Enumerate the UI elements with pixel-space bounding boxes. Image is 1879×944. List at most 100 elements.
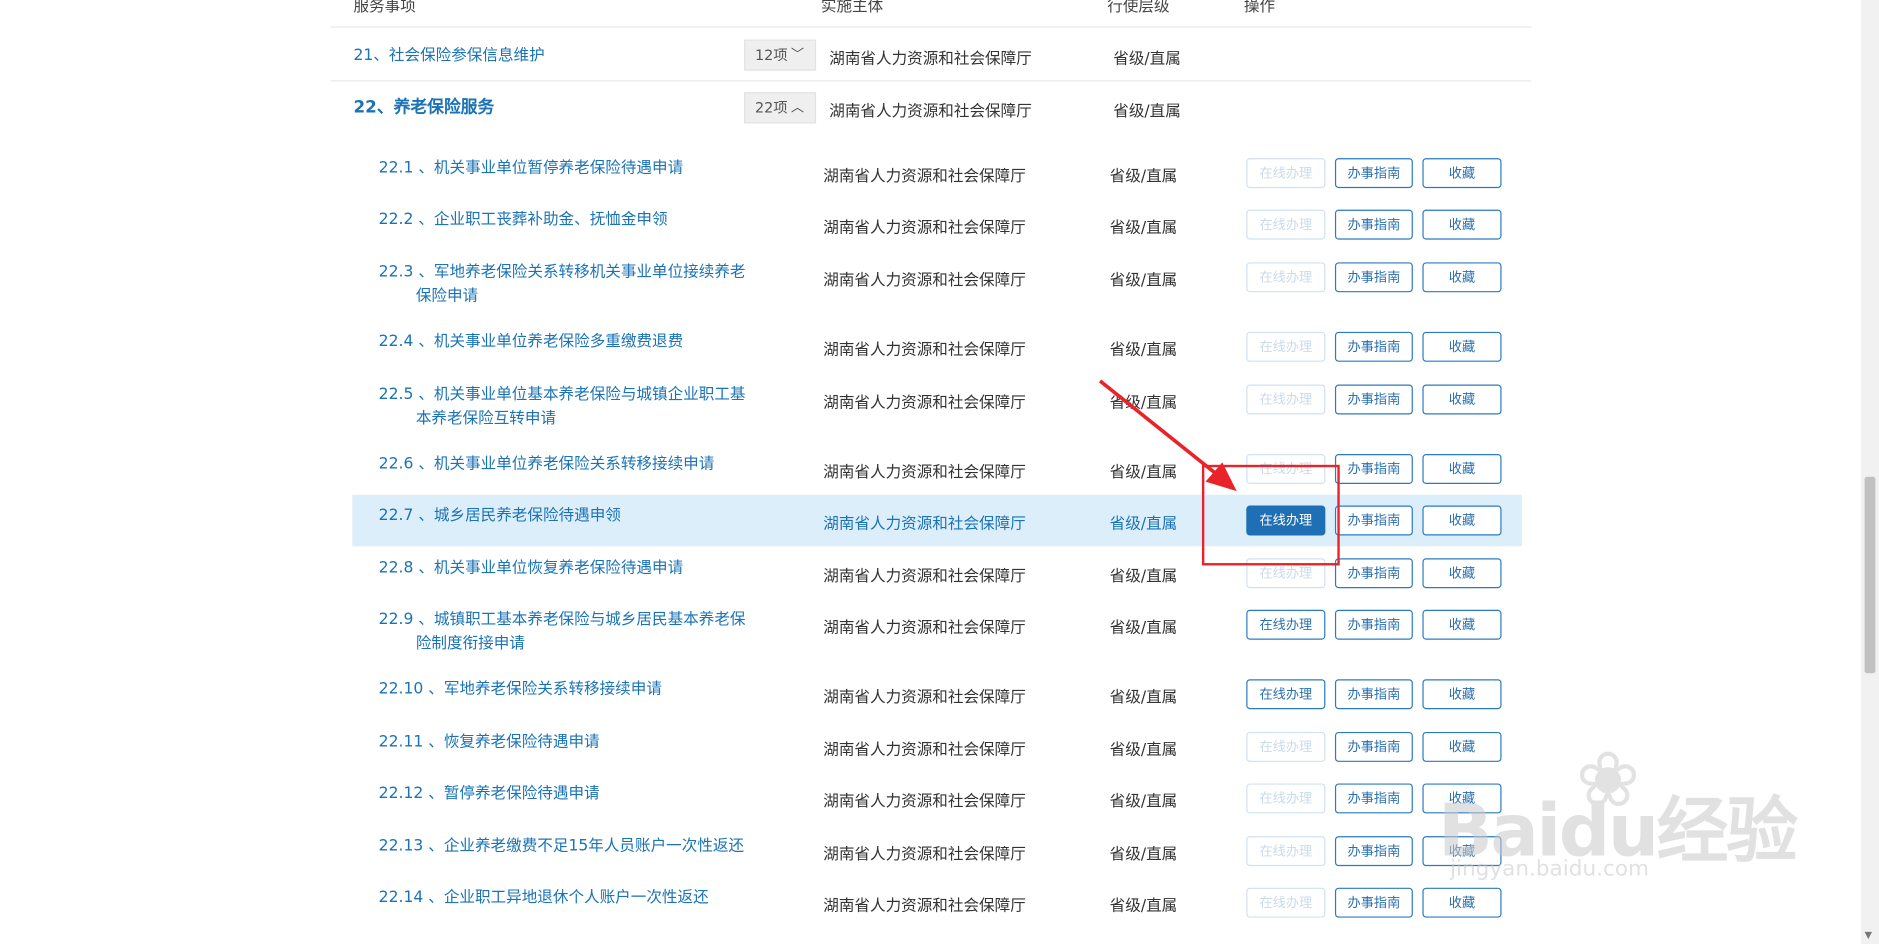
category-count-toggle-22[interactable]: 22项 ︿ bbox=[744, 92, 817, 124]
favorite-button[interactable]: 收藏 bbox=[1422, 609, 1502, 640]
service-guide-button[interactable]: 办事指南 bbox=[1334, 505, 1413, 536]
favorite-button[interactable]: 收藏 bbox=[1422, 209, 1502, 240]
service-item-name: 、企业养老缴费不足15年人员账户一次性返还 bbox=[428, 837, 745, 856]
service-item-title[interactable]: 22.2 、企业职工丧葬补助金、抚恤金申领 bbox=[379, 208, 668, 232]
service-item-title[interactable]: 22.6 、机关事业单位养老保险关系转移接续申请 bbox=[379, 453, 715, 477]
service-item-title[interactable]: 22.12 、暂停养老保险待遇申请 bbox=[379, 782, 600, 806]
service-guide-button[interactable]: 办事指南 bbox=[1334, 609, 1413, 640]
service-item-name-continued[interactable]: 保险申请 bbox=[416, 285, 478, 309]
service-item-number: 22.11 bbox=[378, 733, 424, 752]
favorite-button[interactable]: 收藏 bbox=[1422, 262, 1502, 293]
category-count-label: 12项 bbox=[754, 46, 788, 64]
favorite-button[interactable]: 收藏 bbox=[1422, 158, 1502, 189]
service-item-org: 湖南省人力资源和社会保障厅 bbox=[823, 688, 1026, 707]
service-guide-button[interactable]: 办事指南 bbox=[1334, 384, 1413, 415]
service-item-title[interactable]: 22.3 、军地养老保险关系转移机关事业单位接续养老 bbox=[379, 261, 746, 285]
service-guide-button[interactable]: 办事指南 bbox=[1334, 679, 1413, 710]
service-guide-button[interactable]: 办事指南 bbox=[1334, 454, 1413, 484]
favorite-button[interactable]: 收藏 bbox=[1422, 384, 1502, 415]
online-apply-button: 在线办理 bbox=[1246, 783, 1326, 814]
favorite-button[interactable]: 收藏 bbox=[1422, 558, 1502, 589]
service-item-level: 省级/直属 bbox=[1109, 688, 1178, 707]
service-guide-button[interactable]: 办事指南 bbox=[1334, 836, 1413, 867]
annotation-arrow-icon bbox=[1098, 379, 1237, 492]
online-apply-button: 在线办理 bbox=[1246, 887, 1326, 918]
service-item-title[interactable]: 22.9 、城镇职工基本养老保险与城乡居民基本养老保 bbox=[379, 609, 746, 633]
service-item-name: 、企业职工丧葬补助金、抚恤金申领 bbox=[418, 210, 668, 229]
category-count-toggle-21[interactable]: 12项 ﹀ bbox=[744, 39, 817, 71]
service-item-name: 、暂停养老保险待遇申请 bbox=[428, 784, 600, 803]
scrollbar-thumb[interactable] bbox=[1864, 476, 1876, 674]
service-item-name: 、企业职工异地退休个人账户一次性返还 bbox=[428, 888, 709, 907]
chevron-down-icon: ﹀ bbox=[790, 46, 805, 63]
service-item-title[interactable]: 22.13 、企业养老缴费不足15年人员账户一次性返还 bbox=[379, 835, 744, 859]
scroll-down-arrow-icon[interactable]: ▼ bbox=[1865, 930, 1872, 941]
service-item-number: 22.8 bbox=[378, 559, 414, 578]
service-item-name: 、军地养老保险关系转移接续申请 bbox=[428, 680, 662, 699]
service-item-number: 22.5 bbox=[378, 385, 414, 404]
service-guide-button[interactable]: 办事指南 bbox=[1334, 158, 1413, 189]
favorite-button[interactable]: 收藏 bbox=[1422, 505, 1502, 536]
service-item-number: 22.4 bbox=[378, 333, 414, 352]
favorite-button[interactable]: 收藏 bbox=[1422, 454, 1502, 484]
service-item-number: 22.7 bbox=[378, 506, 414, 525]
service-item-number: 22.13 bbox=[378, 837, 424, 856]
service-item-title[interactable]: 22.7 、城乡居民养老保险待遇申领 bbox=[379, 504, 621, 528]
service-item-org: 湖南省人力资源和社会保障厅 bbox=[823, 394, 1026, 413]
service-item-level: 省级/直属 bbox=[1109, 793, 1178, 812]
service-item-name: 、恢复养老保险待遇申请 bbox=[428, 733, 600, 752]
service-item-title[interactable]: 22.8 、机关事业单位恢复养老保险待遇申请 bbox=[379, 557, 684, 581]
vertical-scrollbar[interactable]: ▼ bbox=[1861, 0, 1879, 944]
service-item-title[interactable]: 22.1 、机关事业单位暂停养老保险待遇申请 bbox=[379, 157, 684, 181]
favorite-button[interactable]: 收藏 bbox=[1422, 331, 1502, 362]
favorite-button[interactable]: 收藏 bbox=[1422, 679, 1502, 710]
service-guide-button[interactable]: 办事指南 bbox=[1334, 731, 1413, 762]
service-item-name: 、机关事业单位暂停养老保险待遇申请 bbox=[418, 159, 684, 178]
baidu-watermark: ❀ Baidu经验 jingyan.baidu.com bbox=[1438, 737, 1798, 905]
service-item-level: 省级/直属 bbox=[1109, 619, 1178, 638]
service-guide-button[interactable]: 办事指南 bbox=[1334, 783, 1413, 814]
service-item-title[interactable]: 22.5 、机关事业单位基本养老保险与城镇企业职工基 bbox=[379, 383, 746, 407]
service-item-org: 湖南省人力资源和社会保障厅 bbox=[823, 619, 1026, 638]
col-header-level: 行使层级 bbox=[1107, 0, 1170, 16]
online-apply-button: 在线办理 bbox=[1246, 731, 1326, 762]
service-item-number: 22.14 bbox=[378, 888, 424, 907]
col-header-action: 操作 bbox=[1243, 0, 1276, 16]
service-item-level: 省级/直属 bbox=[1109, 567, 1178, 586]
service-item-org: 湖南省人力资源和社会保障厅 bbox=[823, 515, 1026, 534]
divider bbox=[330, 26, 1532, 28]
service-item-title[interactable]: 22.10 、军地养老保险关系转移接续申请 bbox=[379, 678, 662, 702]
service-item-level: 省级/直属 bbox=[1109, 515, 1178, 534]
service-item-org: 湖南省人力资源和社会保障厅 bbox=[823, 463, 1026, 482]
service-guide-button[interactable]: 办事指南 bbox=[1334, 558, 1413, 589]
service-item-title[interactable]: 22.14 、企业职工异地退休个人账户一次性返还 bbox=[379, 886, 709, 910]
service-item-level: 省级/直属 bbox=[1109, 271, 1178, 290]
service-guide-button[interactable]: 办事指南 bbox=[1334, 262, 1413, 293]
service-item-title[interactable]: 22.11 、恢复养老保险待遇申请 bbox=[379, 731, 600, 755]
service-guide-button[interactable]: 办事指南 bbox=[1334, 209, 1413, 240]
category-title-22[interactable]: 22、养老保险服务 bbox=[354, 95, 495, 119]
service-item-level: 省级/直属 bbox=[1109, 341, 1178, 360]
service-item-org: 湖南省人力资源和社会保障厅 bbox=[823, 341, 1026, 360]
service-item-number: 22.3 bbox=[378, 263, 414, 282]
col-header-item: 服务事项 bbox=[353, 0, 416, 16]
service-item-org: 湖南省人力资源和社会保障厅 bbox=[823, 741, 1026, 760]
service-item-number: 22.2 bbox=[378, 210, 414, 229]
category-org: 湖南省人力资源和社会保障厅 bbox=[829, 50, 1032, 69]
service-guide-button[interactable]: 办事指南 bbox=[1334, 331, 1413, 362]
service-item-name: 、机关事业单位养老保险多重缴费退费 bbox=[418, 333, 684, 352]
service-item-name-continued[interactable]: 险制度衔接申请 bbox=[416, 633, 525, 657]
category-title-21[interactable]: 21、社会保险参保信息维护 bbox=[354, 42, 545, 65]
service-guide-button[interactable]: 办事指南 bbox=[1334, 887, 1413, 918]
service-item-title[interactable]: 22.4 、机关事业单位养老保险多重缴费退费 bbox=[379, 331, 684, 355]
service-item-number: 22.9 bbox=[378, 610, 414, 629]
category-org: 湖南省人力资源和社会保障厅 bbox=[829, 103, 1032, 121]
service-item-level: 省级/直属 bbox=[1109, 897, 1178, 916]
online-apply-button[interactable]: 在线办理 bbox=[1246, 609, 1326, 640]
online-apply-button[interactable]: 在线办理 bbox=[1246, 679, 1326, 710]
service-item-name-continued[interactable]: 本养老保险互转申请 bbox=[416, 407, 556, 431]
online-apply-button: 在线办理 bbox=[1246, 836, 1326, 867]
service-item-level: 省级/直属 bbox=[1109, 845, 1178, 864]
service-item-org: 湖南省人力资源和社会保障厅 bbox=[823, 567, 1026, 586]
service-item-name: 、军地养老保险关系转移机关事业单位接续养老 bbox=[418, 263, 746, 282]
